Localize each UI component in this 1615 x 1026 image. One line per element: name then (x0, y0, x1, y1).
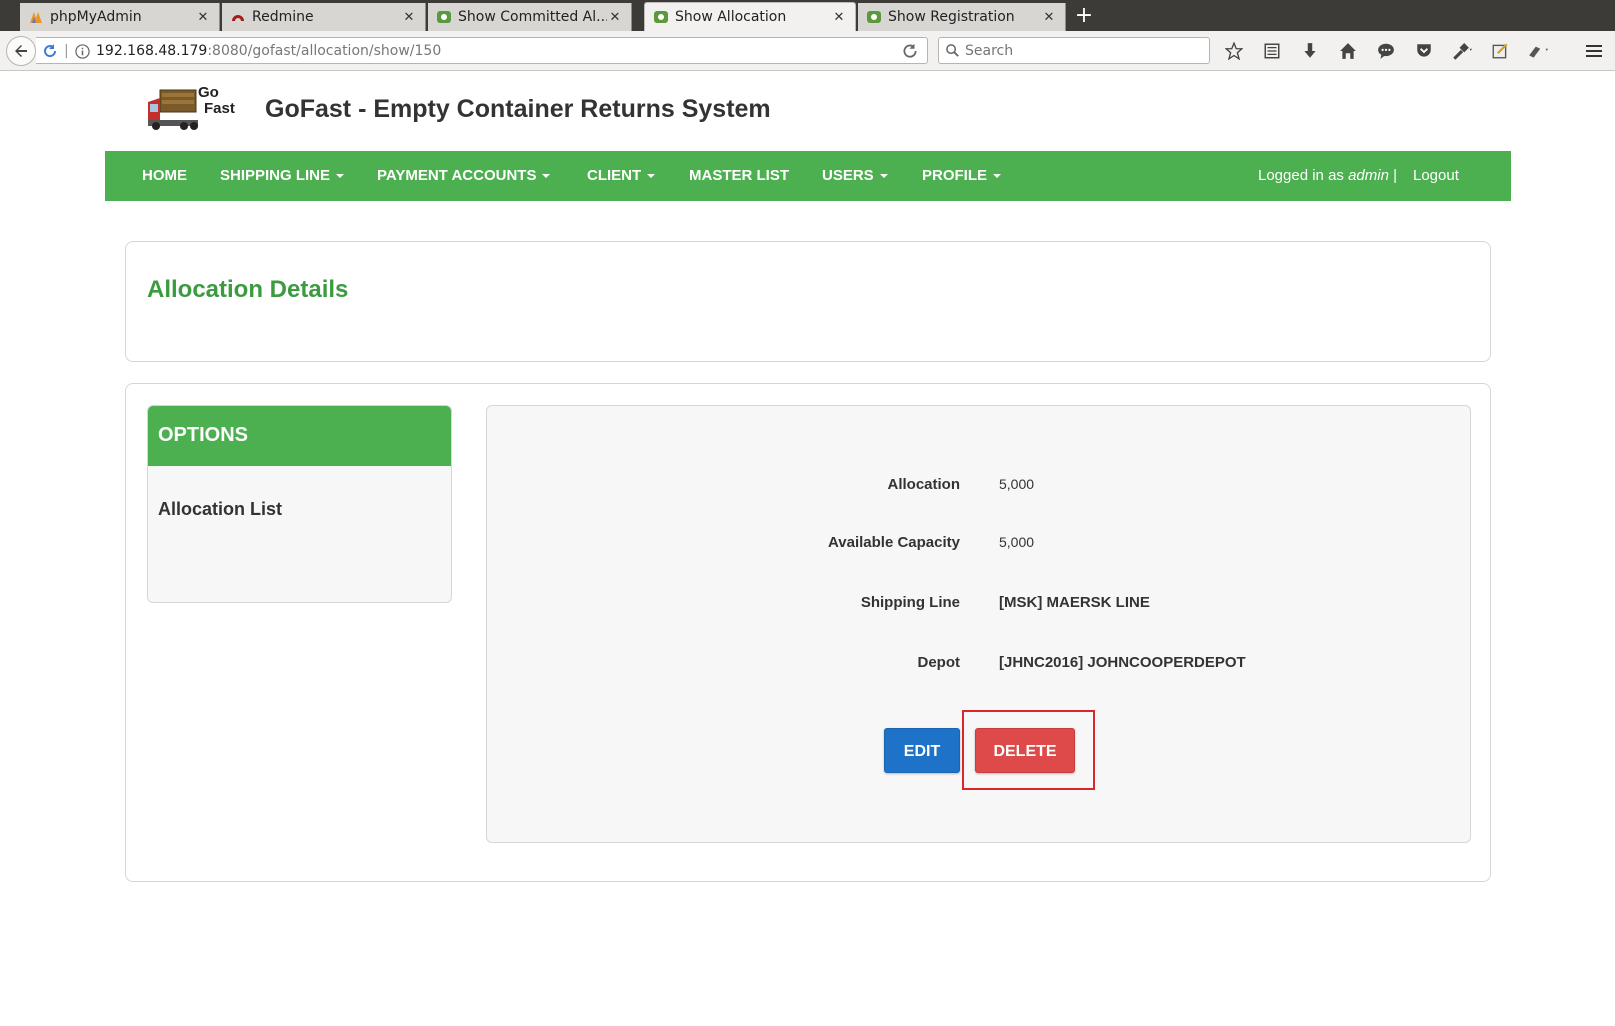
close-icon[interactable]: ✕ (1041, 10, 1057, 25)
logo-text-fast: Fast (204, 100, 235, 117)
logout-link[interactable]: Logout (1413, 151, 1459, 201)
tab-title: Redmine (252, 9, 314, 25)
notes-icon[interactable] (1488, 39, 1512, 63)
hamburger-menu-icon[interactable] (1582, 39, 1606, 63)
field-value-shipping-line: [MSK] MAERSK LINE (999, 594, 1150, 611)
reading-list-icon[interactable] (1260, 39, 1284, 63)
edit-button[interactable]: EDIT (884, 728, 960, 773)
grails-icon (866, 9, 882, 25)
tab-redmine[interactable]: Redmine ✕ (222, 3, 426, 31)
url-bar[interactable]: | 192.168.48.179:8080/gofast/allocation/… (36, 37, 928, 64)
back-button[interactable] (6, 36, 36, 66)
nav-home[interactable]: HOME (142, 151, 187, 201)
caret-down-icon (993, 174, 1002, 179)
search-input[interactable] (965, 41, 1195, 61)
nav-label: HOME (142, 167, 187, 184)
field-label-available-capacity: Available Capacity (827, 534, 960, 551)
phpmyadmin-icon (28, 9, 44, 25)
nav-label: SHIPPING LINE (220, 167, 331, 184)
search-icon (946, 44, 959, 57)
download-icon[interactable] (1298, 39, 1322, 63)
tab-show-registration[interactable]: Show Registration ✕ (858, 3, 1066, 31)
reload-page-icon[interactable] (42, 43, 58, 59)
browser-tab-strip: phpMyAdmin ✕ Redmine ✕ Show Committed Al… (0, 0, 1615, 31)
nav-label: PAYMENT ACCOUNTS (377, 167, 537, 184)
options-title: OPTIONS (148, 406, 451, 466)
home-icon[interactable] (1336, 39, 1360, 63)
caret-down-icon (542, 174, 551, 179)
caret-down-icon (647, 174, 656, 179)
bookmark-star-icon[interactable] (1222, 39, 1246, 63)
content-panel: OPTIONS Allocation List Allocation 5,000… (125, 383, 1491, 882)
field-label-shipping-line: Shipping Line (860, 594, 960, 611)
nav-master-list[interactable]: MASTER LIST (689, 151, 789, 201)
browser-toolbar-icons (1222, 39, 1564, 63)
tab-title: Show Allocation (675, 9, 787, 25)
tab-phpmyadmin[interactable]: phpMyAdmin ✕ (20, 3, 220, 31)
tab-title: phpMyAdmin (50, 9, 142, 25)
tab-show-committed[interactable]: Show Committed Al... ✕ (428, 3, 632, 31)
heading-panel: Allocation Details (125, 241, 1491, 362)
new-tab-button[interactable]: + (1072, 4, 1096, 28)
nav-label: MASTER LIST (689, 167, 789, 184)
url-path: :8080/gofast/allocation/show/150 (207, 43, 442, 59)
app-title: GoFast - Empty Container Returns System (265, 95, 771, 123)
logged-in-user: admin (1348, 167, 1389, 184)
nav-label: PROFILE (922, 167, 988, 184)
logo-text-go: Go (198, 84, 219, 101)
redmine-icon (230, 9, 246, 25)
page-content: Go Fast GoFast - Empty Container Returns… (0, 71, 1615, 1026)
field-label-depot: Depot (917, 654, 961, 671)
main-navigation: HOME SHIPPING LINE PAYMENT ACCOUNTS CLIE… (105, 151, 1511, 201)
close-icon[interactable]: ✕ (401, 10, 417, 25)
close-icon[interactable]: ✕ (831, 10, 847, 25)
close-icon[interactable]: ✕ (195, 10, 211, 25)
allocation-list-link[interactable]: Allocation List (158, 499, 282, 520)
gofast-logo[interactable]: Go Fast (146, 84, 242, 132)
nav-client[interactable]: CLIENT (587, 151, 656, 201)
options-sidebar: OPTIONS Allocation List (147, 405, 452, 603)
caret-down-icon (879, 174, 888, 179)
tab-title: Show Registration (888, 9, 1015, 25)
nav-label: CLIENT (587, 167, 642, 184)
grails-icon (653, 9, 669, 25)
pocket-icon[interactable] (1412, 39, 1436, 63)
field-value-available-capacity: 5,000 (999, 534, 1035, 550)
extension-icon[interactable] (1526, 39, 1550, 63)
caret-down-icon (336, 174, 345, 179)
delete-button[interactable]: DELETE (975, 728, 1075, 773)
back-arrow-icon (15, 45, 27, 57)
url-text[interactable]: 192.168.48.179:8080/gofast/allocation/sh… (96, 43, 441, 59)
url-host: 192.168.48.179 (96, 43, 208, 59)
logged-in-status: Logged in as admin | (1258, 151, 1397, 201)
search-bar[interactable] (938, 37, 1210, 64)
url-icons: | (42, 43, 90, 59)
nav-users[interactable]: USERS (822, 151, 888, 201)
nav-payment-accounts[interactable]: PAYMENT ACCOUNTS (377, 151, 551, 201)
eyedropper-icon[interactable] (1450, 39, 1474, 63)
field-label-allocation: Allocation (887, 476, 960, 493)
field-value-depot: [JHNC2016] JOHNCOOPERDEPOT (999, 654, 1246, 671)
page-title: Allocation Details (147, 276, 349, 303)
separator-icon: | (64, 43, 69, 59)
logged-in-prefix: Logged in as (1258, 167, 1344, 184)
close-icon[interactable]: ✕ (607, 10, 623, 25)
allocation-details: Allocation 5,000 Available Capacity 5,00… (486, 405, 1471, 843)
tab-title: Show Committed Al... (458, 9, 607, 25)
logged-in-separator: | (1393, 167, 1398, 184)
info-icon[interactable] (75, 43, 90, 59)
chat-icon[interactable] (1374, 39, 1398, 63)
browser-toolbar: | 192.168.48.179:8080/gofast/allocation/… (0, 31, 1615, 71)
nav-profile[interactable]: PROFILE (922, 151, 1002, 201)
tab-show-allocation[interactable]: Show Allocation ✕ (644, 2, 856, 31)
grails-icon (436, 9, 452, 25)
field-value-allocation: 5,000 (999, 476, 1035, 492)
refresh-icon[interactable] (901, 42, 919, 60)
nav-label: USERS (822, 167, 874, 184)
nav-shipping-line[interactable]: SHIPPING LINE (220, 151, 345, 201)
